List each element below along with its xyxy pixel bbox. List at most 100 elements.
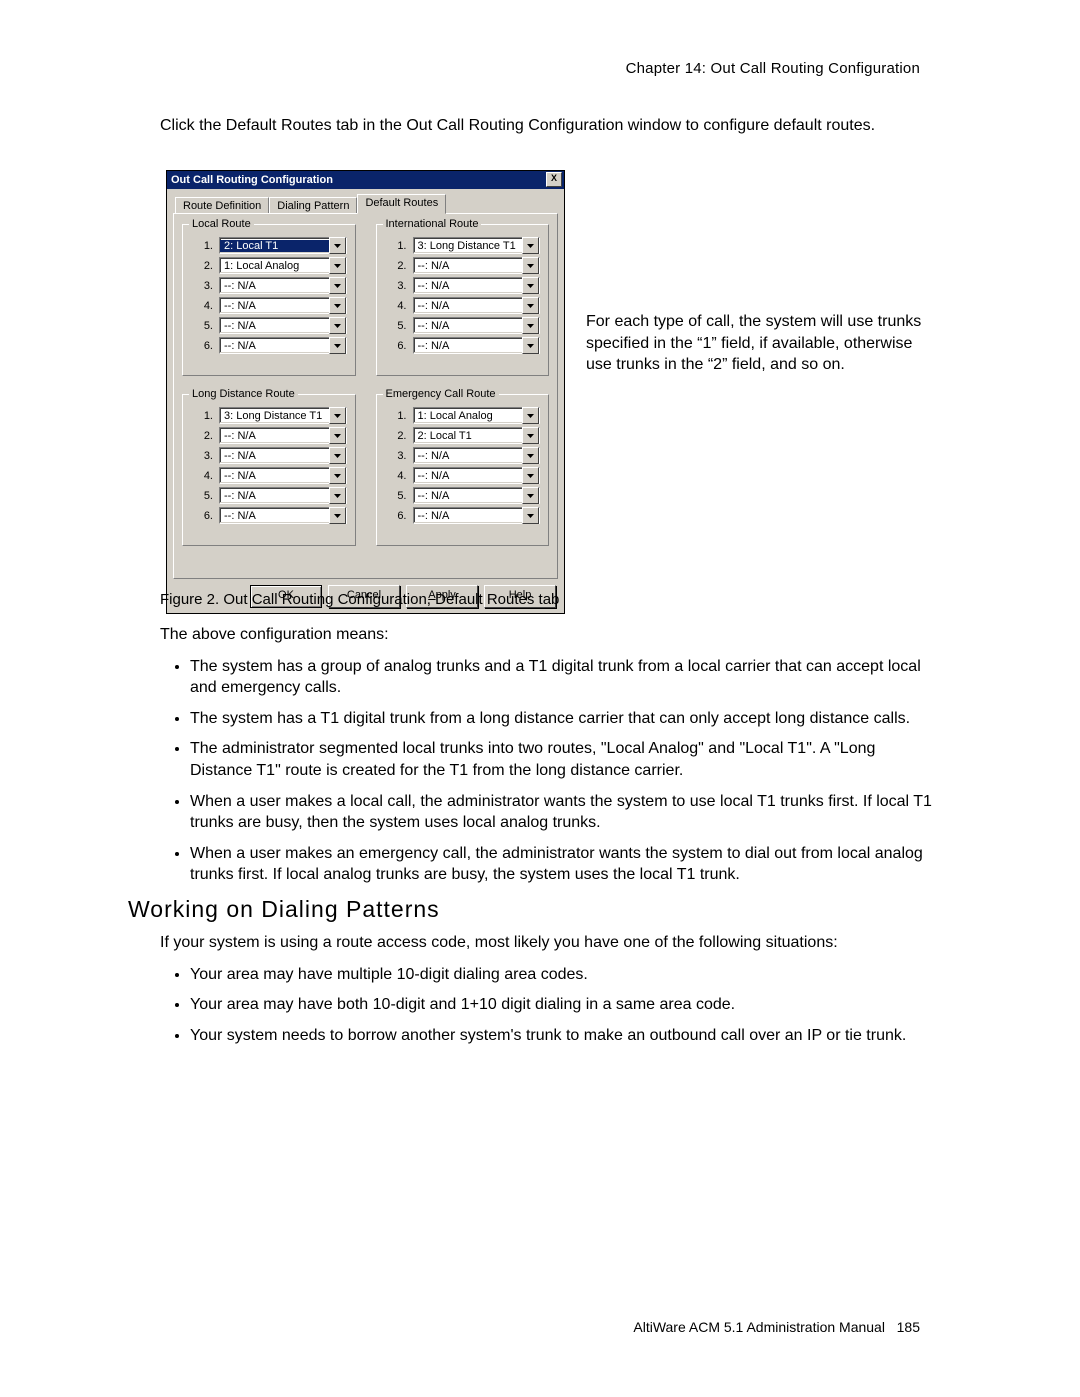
row-num: 3. [191, 280, 219, 292]
longdist-route-5-combo[interactable]: --: N/A [219, 487, 347, 504]
longdist-route-1-combo[interactable]: 3: Long Distance T1 [219, 407, 347, 424]
chevron-down-icon[interactable] [329, 317, 346, 334]
intro-paragraph: Click the Default Routes tab in the Out … [160, 115, 935, 137]
chevron-down-icon[interactable] [329, 407, 346, 424]
group-emergency-route: Emergency Call Route 1.1: Local Analog 2… [376, 394, 550, 546]
legend-international-route: International Route [383, 218, 482, 230]
chevron-down-icon[interactable] [522, 487, 539, 504]
chevron-down-icon[interactable] [329, 427, 346, 444]
group-international-route: International Route 1.3: Long Distance T… [376, 224, 550, 376]
group-local-route: Local Route 1.2: Local T1 2.1: Local Ana… [182, 224, 356, 376]
chevron-down-icon[interactable] [522, 277, 539, 294]
list-item: When a user makes an emergency call, the… [190, 843, 940, 886]
longdist-route-2-combo[interactable]: --: N/A [219, 427, 347, 444]
row-num: 1. [385, 240, 413, 252]
close-icon[interactable]: X [546, 172, 562, 187]
page-number: 185 [897, 1319, 920, 1335]
row-num: 4. [191, 470, 219, 482]
row-num: 3. [191, 450, 219, 462]
section-heading: Working on Dialing Patterns [128, 896, 440, 923]
tab-default-routes[interactable]: Default Routes [357, 194, 446, 214]
side-explanation: For each type of call, the system will u… [586, 311, 936, 376]
row-num: 4. [385, 470, 413, 482]
row-num: 1. [191, 410, 219, 422]
longdist-route-4-combo[interactable]: --: N/A [219, 467, 347, 484]
chevron-down-icon[interactable] [522, 407, 539, 424]
intl-route-1-combo[interactable]: 3: Long Distance T1 [413, 237, 541, 254]
local-route-1-combo[interactable]: 2: Local T1 [219, 237, 347, 254]
local-route-2-combo[interactable]: 1: Local Analog [219, 257, 347, 274]
intl-route-3-combo[interactable]: --: N/A [413, 277, 541, 294]
legend-long-distance-route: Long Distance Route [189, 388, 298, 400]
list-item: Your area may have multiple 10-digit dia… [190, 964, 940, 986]
chevron-down-icon[interactable] [329, 337, 346, 354]
emerg-route-4-combo[interactable]: --: N/A [413, 467, 541, 484]
intl-route-4-combo[interactable]: --: N/A [413, 297, 541, 314]
list-item: Your area may have both 10-digit and 1+1… [190, 994, 940, 1016]
local-route-6-combo[interactable]: --: N/A [219, 337, 347, 354]
list-item: The system has a group of analog trunks … [190, 656, 940, 699]
list-item: When a user makes a local call, the admi… [190, 791, 940, 834]
dialing-patterns-block: If your system is using a route access c… [160, 932, 940, 1055]
chapter-header: Chapter 14: Out Call Routing Configurati… [626, 60, 920, 77]
chevron-down-icon[interactable] [329, 487, 346, 504]
chevron-down-icon[interactable] [329, 237, 346, 254]
intl-route-5-combo[interactable]: --: N/A [413, 317, 541, 334]
chevron-down-icon[interactable] [329, 257, 346, 274]
row-num: 6. [191, 340, 219, 352]
local-route-5-combo[interactable]: --: N/A [219, 317, 347, 334]
longdist-route-3-combo[interactable]: --: N/A [219, 447, 347, 464]
row-num: 6. [385, 510, 413, 522]
longdist-route-6-combo[interactable]: --: N/A [219, 507, 347, 524]
chevron-down-icon[interactable] [522, 467, 539, 484]
row-num: 4. [385, 300, 413, 312]
manual-title: AltiWare ACM 5.1 Administration Manual [633, 1319, 885, 1335]
chevron-down-icon[interactable] [329, 507, 346, 524]
config-means-lead: The above configuration means: [160, 626, 389, 643]
local-route-3-combo[interactable]: --: N/A [219, 277, 347, 294]
chevron-down-icon[interactable] [522, 257, 539, 274]
intl-route-6-combo[interactable]: --: N/A [413, 337, 541, 354]
emerg-route-1-combo[interactable]: 1: Local Analog [413, 407, 541, 424]
intl-route-2-combo[interactable]: --: N/A [413, 257, 541, 274]
emerg-route-3-combo[interactable]: --: N/A [413, 447, 541, 464]
chevron-down-icon[interactable] [522, 507, 539, 524]
list-item: The system has a T1 digital trunk from a… [190, 708, 940, 730]
chevron-down-icon[interactable] [522, 297, 539, 314]
chevron-down-icon[interactable] [522, 317, 539, 334]
row-num: 5. [191, 320, 219, 332]
row-num: 2. [385, 260, 413, 272]
chevron-down-icon[interactable] [522, 447, 539, 464]
chevron-down-icon[interactable] [522, 237, 539, 254]
emerg-route-6-combo[interactable]: --: N/A [413, 507, 541, 524]
chevron-down-icon[interactable] [329, 277, 346, 294]
legend-emergency-route: Emergency Call Route [383, 388, 499, 400]
dialing-patterns-lead: If your system is using a route access c… [160, 934, 838, 951]
row-num: 1. [191, 240, 219, 252]
row-num: 2. [191, 430, 219, 442]
row-num: 1. [385, 410, 413, 422]
row-num: 2. [191, 260, 219, 272]
row-num: 4. [191, 300, 219, 312]
config-means-block: The above configuration means: The syste… [160, 624, 940, 895]
row-num: 6. [191, 510, 219, 522]
dialog-title-text: Out Call Routing Configuration [171, 174, 333, 186]
row-num: 3. [385, 280, 413, 292]
local-route-4-combo[interactable]: --: N/A [219, 297, 347, 314]
out-call-routing-dialog: Out Call Routing Configuration X Route D… [166, 170, 565, 614]
emerg-route-5-combo[interactable]: --: N/A [413, 487, 541, 504]
chevron-down-icon[interactable] [329, 467, 346, 484]
row-num: 3. [385, 450, 413, 462]
chevron-down-icon[interactable] [329, 297, 346, 314]
emerg-route-2-combo[interactable]: 2: Local T1 [413, 427, 541, 444]
dialog-title-bar[interactable]: Out Call Routing Configuration X [167, 171, 564, 189]
list-item: The administrator segmented local trunks… [190, 738, 940, 781]
chevron-down-icon[interactable] [522, 337, 539, 354]
row-num: 5. [385, 320, 413, 332]
tab-panel-default-routes: Local Route 1.2: Local T1 2.1: Local Ana… [173, 213, 558, 579]
chevron-down-icon[interactable] [522, 427, 539, 444]
chevron-down-icon[interactable] [329, 447, 346, 464]
row-num: 6. [385, 340, 413, 352]
page-footer: AltiWare ACM 5.1 Administration Manual 1… [633, 1319, 920, 1335]
tab-strip: Route Definition Dialing Pattern Default… [173, 195, 558, 214]
